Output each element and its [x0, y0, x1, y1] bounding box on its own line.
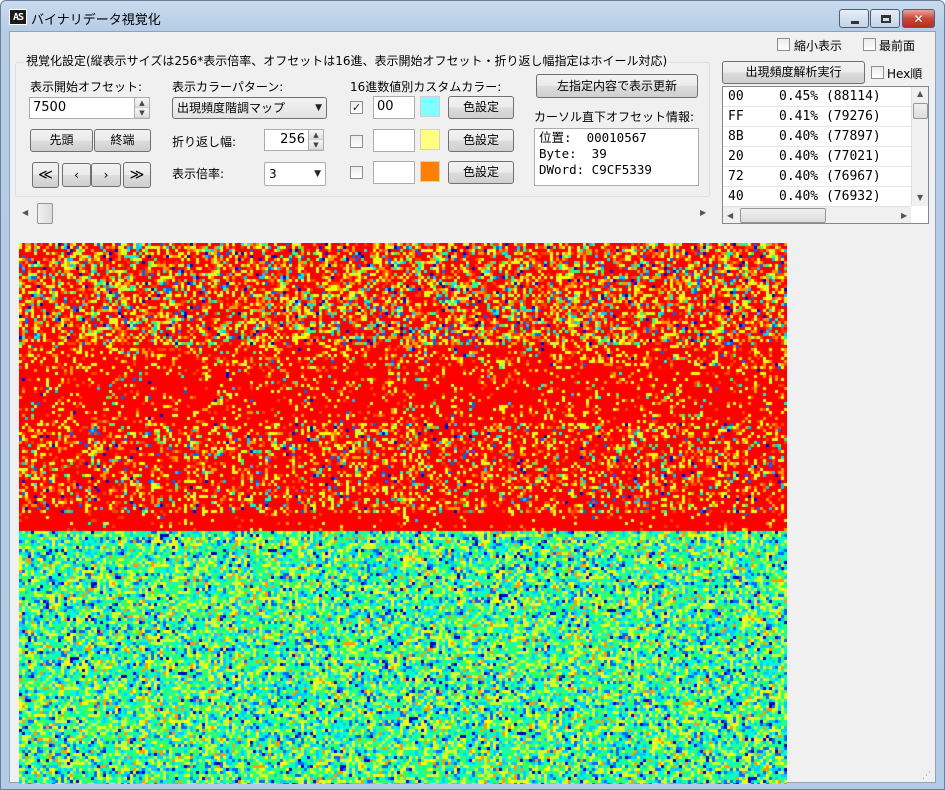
wrap-width-input[interactable]: 256 — [264, 129, 309, 151]
list-item[interactable]: 8B 0.40% (77897) — [723, 127, 911, 147]
wrap-width-label: 折り返し幅: — [172, 135, 237, 149]
scroll-right-icon[interactable]: ▶ — [700, 208, 706, 217]
start-offset-label: 表示開始オフセット: — [30, 80, 143, 94]
list-item[interactable]: 00 0.45% (88114) — [723, 87, 911, 107]
scroll-up-icon[interactable]: ▲ — [917, 89, 923, 98]
start-offset-spinner[interactable]: ▲ ▼ — [134, 97, 150, 119]
custom-color-2-checkbox[interactable] — [350, 135, 363, 148]
custom-color-3-swatch — [420, 161, 440, 182]
head-button[interactable]: 先頭 — [30, 129, 93, 152]
cursor-byte: Byte: 39 — [539, 146, 607, 161]
offset-scrollbar[interactable]: ◀ ▶ — [20, 203, 710, 224]
client-area: 縮小表示 最前面 視覚化設定(縦表示サイズは256*表示倍率、オフセットは16進… — [9, 31, 936, 784]
list-item[interactable]: 72 0.40% (76967) — [723, 167, 911, 187]
zoom-select[interactable]: 3 ▼ — [264, 162, 326, 186]
scroll-down-icon[interactable]: ▼ — [917, 193, 923, 202]
color-pattern-select[interactable]: 出現頻度階調マップ ▼ — [172, 97, 327, 119]
title-bar[interactable]: AS バイナリデータ視覚化 ✕ — [1, 1, 944, 31]
custom-color-3-checkbox[interactable] — [350, 166, 363, 179]
compact-label: 縮小表示 — [794, 39, 843, 53]
chevron-down-icon: ▼ — [314, 169, 321, 179]
offset-scroll-thumb[interactable] — [37, 203, 53, 224]
refresh-display-button[interactable]: 左指定内容で表示更新 — [536, 74, 698, 98]
frequency-vscroll-thumb[interactable] — [913, 103, 928, 119]
custom-color-3-hex[interactable] — [373, 161, 415, 184]
close-button[interactable]: ✕ — [902, 9, 935, 28]
nav-last-button[interactable]: ≫ — [123, 162, 151, 188]
topmost-label: 最前面 — [879, 39, 916, 53]
scroll-right-icon[interactable]: ▶ — [901, 211, 907, 220]
close-icon: ✕ — [913, 12, 924, 26]
cursor-info-box: 位置: 00010567 Byte: 39 DWord: C9CF5339 — [534, 128, 699, 186]
custom-color-1-hex[interactable]: 00 — [373, 96, 415, 119]
spin-up-icon[interactable]: ▲ — [309, 130, 323, 140]
maximize-icon — [881, 15, 891, 23]
cursor-position: 位置: 00010567 — [539, 130, 647, 145]
custom-color-label: 16進数値別カスタムカラー: — [350, 80, 502, 94]
start-offset-input[interactable]: 7500 — [29, 97, 135, 119]
list-item[interactable]: 20 0.40% (77021) — [723, 147, 911, 167]
binary-heatmap-canvas[interactable] — [19, 243, 787, 784]
color-pattern-label: 表示カラーパターン: — [172, 80, 284, 94]
settings-group-title: 視覚化設定(縦表示サイズは256*表示倍率、オフセットは16進、表示開始オフセッ… — [24, 52, 670, 69]
window-title: バイナリデータ視覚化 — [31, 13, 161, 28]
custom-color-1-swatch — [420, 96, 440, 117]
nav-prev-button[interactable]: ‹ — [62, 163, 91, 187]
topmost-checkbox[interactable] — [863, 38, 876, 51]
zoom-value: 3 — [269, 167, 277, 181]
spin-up-icon[interactable]: ▲ — [135, 98, 149, 108]
minimize-button[interactable] — [839, 9, 869, 28]
frequency-list[interactable]: 00 0.45% (88114) FF 0.41% (79276) 8B 0.40% … — [722, 86, 929, 224]
frequency-analyze-button[interactable]: 出現頻度解析実行 — [722, 61, 865, 84]
scroll-left-icon[interactable]: ◀ — [22, 208, 28, 217]
custom-color-2-swatch — [420, 129, 440, 150]
maximize-button[interactable] — [870, 9, 900, 28]
end-button[interactable]: 終端 — [94, 129, 151, 152]
custom-color-2-set-button[interactable]: 色設定 — [448, 129, 514, 152]
color-pattern-value: 出現頻度階調マップ — [177, 101, 286, 115]
binary-visualization[interactable] — [19, 243, 787, 784]
cursor-dword: DWord: C9CF5339 — [539, 162, 652, 177]
hex-order-checkbox[interactable] — [871, 66, 884, 79]
custom-color-1-set-button[interactable]: 色設定 — [448, 96, 514, 119]
compact-checkbox[interactable] — [777, 38, 790, 51]
app-icon: AS — [9, 9, 27, 25]
nav-first-button[interactable]: ≪ — [32, 162, 59, 188]
hex-order-label: Hex順 — [887, 67, 923, 81]
list-item[interactable]: FF 0.41% (79276) — [723, 107, 911, 127]
cursor-info-label: カーソル直下オフセット情報: — [534, 110, 695, 124]
app-window: AS バイナリデータ視覚化 ✕ 縮小表示 最前面 視覚化設定(縦表示サイズは25… — [0, 0, 945, 790]
frequency-hscroll-thumb[interactable] — [740, 208, 826, 223]
nav-next-button[interactable]: › — [91, 163, 121, 187]
scroll-left-icon[interactable]: ◀ — [727, 211, 733, 220]
custom-color-1-checkbox[interactable]: ✓ — [350, 101, 363, 114]
resize-grip-icon[interactable]: ⋰ — [922, 770, 934, 782]
frequency-horizontal-scrollbar[interactable]: ◀ ▶ — [723, 206, 911, 223]
chevron-down-icon: ▼ — [315, 103, 322, 113]
frequency-vertical-scrollbar[interactable]: ▲ ▼ — [911, 87, 928, 206]
custom-color-3-set-button[interactable]: 色設定 — [448, 161, 514, 184]
list-item[interactable]: 40 0.40% (76932) — [723, 187, 911, 207]
spin-down-icon[interactable]: ▼ — [309, 140, 323, 150]
wrap-width-spinner[interactable]: ▲ ▼ — [308, 129, 324, 151]
spin-down-icon[interactable]: ▼ — [135, 108, 149, 118]
minimize-icon — [851, 21, 859, 24]
custom-color-2-hex[interactable] — [373, 129, 415, 152]
zoom-label: 表示倍率: — [172, 167, 225, 181]
